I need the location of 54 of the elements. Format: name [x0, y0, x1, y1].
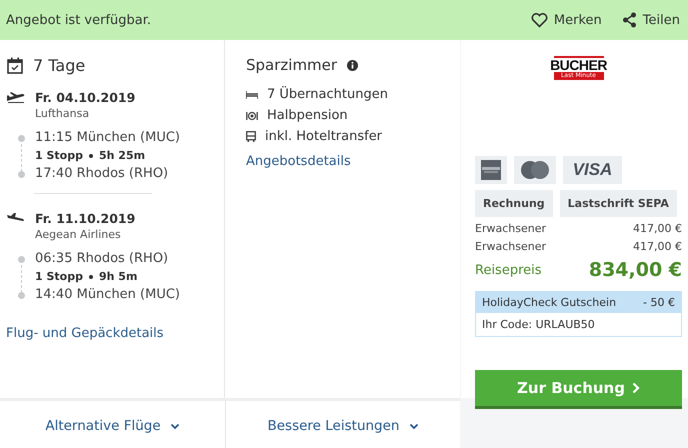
voucher-code: Ihr Code: URLAUB50: [482, 318, 595, 331]
departure-info: 11:15 München (MUC): [35, 130, 180, 145]
flight-date: Fr. 04.10.2019: [35, 90, 136, 105]
airline-name: Aegean Airlines: [35, 228, 122, 241]
info-icon[interactable]: [347, 60, 358, 70]
price: 417,00 €: [633, 240, 682, 253]
share-button[interactable]: Teilen: [622, 12, 680, 28]
timeline-dot: [18, 135, 25, 142]
room-feature: inkl. Hoteltransfer: [265, 129, 382, 144]
total-label: Reisepreis: [475, 262, 542, 278]
timeline-dot: [18, 292, 25, 299]
room-feature: Halbpension: [267, 108, 348, 123]
credit-card-icon: [481, 160, 501, 180]
plate-icon: [246, 110, 258, 120]
save-button[interactable]: Merken: [530, 12, 602, 28]
chevron-down-icon: [170, 422, 180, 430]
flight-duration: 9h 5m: [98, 270, 138, 283]
stops-info: 1 Stopp: [35, 270, 83, 283]
arrival-info: 14:40 München (MUC): [35, 287, 180, 302]
share-icon: [622, 12, 637, 28]
room-feature: 7 Übernachtungen: [267, 87, 388, 102]
trip-duration: 7 Tage: [33, 56, 86, 75]
room-title: Sparzimmer: [246, 56, 338, 74]
card-logo: VISA: [563, 156, 622, 184]
availability-message: Angebot ist verfügbar.: [6, 12, 152, 28]
flight-duration: 5h 25m: [98, 149, 146, 162]
traveller-label: Erwachsener: [475, 222, 546, 235]
chevron-down-icon: [408, 422, 418, 430]
arrival-info: 17:40 Rhodos (RHO): [35, 166, 168, 181]
total-price: 834,00 €: [588, 259, 682, 281]
chevron-right-icon: [632, 382, 640, 394]
traveller-label: Erwachsener: [475, 240, 546, 253]
offer-details-link[interactable]: Angebotsdetails: [246, 154, 351, 169]
payment-method: Lastschrift SEPA: [560, 190, 677, 217]
departure-info: 06:35 Rhodos (RHO): [35, 251, 168, 266]
bed-icon: [246, 90, 258, 100]
calendar-icon: [7, 57, 23, 74]
voucher-discount: - 50 €: [643, 296, 675, 309]
heart-icon: [530, 12, 548, 28]
stops-info: 1 Stopp: [35, 149, 83, 162]
separator-dot-icon: [88, 154, 93, 158]
payment-method: Rechnung: [475, 190, 553, 217]
overlapping-circles-icon: [520, 160, 550, 180]
flight-date: Fr. 11.10.2019: [35, 211, 136, 226]
timeline-dot: [18, 171, 25, 178]
landing-plane-icon: [7, 213, 25, 224]
price: 417,00 €: [633, 222, 682, 235]
airline-name: Lufthansa: [35, 107, 90, 120]
flight-details-link[interactable]: Flug- und Gepäckdetails: [6, 326, 164, 341]
voucher-title: HolidayCheck Gutschein: [482, 296, 616, 309]
separator-dot-icon: [88, 274, 93, 278]
bus-icon: [246, 131, 256, 142]
departing-plane-icon: [7, 92, 25, 103]
timeline-dot: [18, 256, 25, 263]
